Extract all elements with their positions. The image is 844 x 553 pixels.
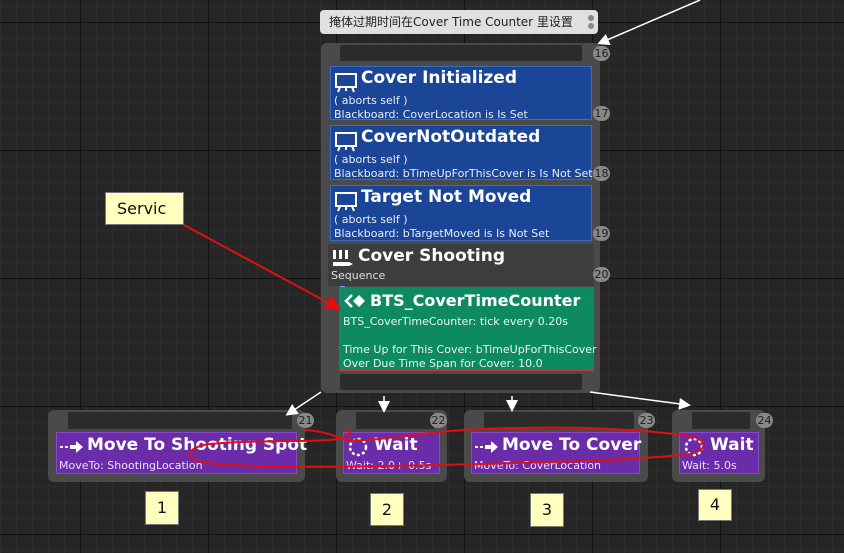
parent-connection-wire [597, 0, 701, 45]
annotation-scribble [188, 426, 705, 468]
connection-overlay [183, 0, 705, 468]
annotation-arrow [183, 224, 342, 310]
child-connection-wire [589, 391, 691, 410]
child-connection-wire [285, 391, 322, 416]
